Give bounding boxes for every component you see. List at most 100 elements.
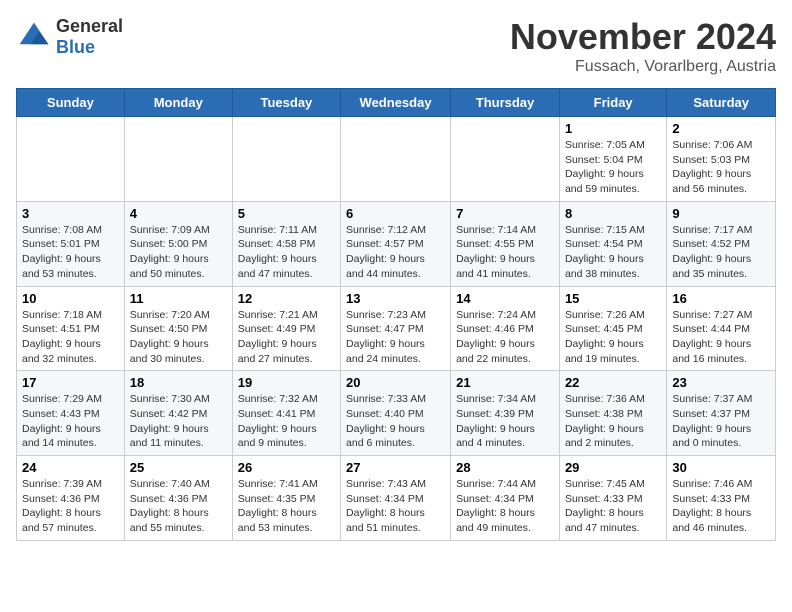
day-info: Sunrise: 7:05 AMSunset: 5:04 PMDaylight:… (565, 138, 661, 197)
weekday-header-row: SundayMondayTuesdayWednesdayThursdayFrid… (17, 89, 776, 117)
logo: General Blue (16, 16, 123, 58)
day-info: Sunrise: 7:43 AMSunset: 4:34 PMDaylight:… (346, 477, 445, 536)
calendar-cell (232, 117, 340, 202)
calendar-cell: 11Sunrise: 7:20 AMSunset: 4:50 PMDayligh… (124, 286, 232, 371)
calendar-cell: 1 Sunrise: 7:05 AMSunset: 5:04 PMDaylight… (559, 117, 666, 202)
weekday-header-sunday: Sunday (17, 89, 125, 117)
day-number: 18 (130, 375, 227, 390)
day-info: Sunrise: 7:37 AMSunset: 4:37 PMDaylight:… (672, 392, 770, 451)
calendar-cell: 15 Sunrise: 7:26 AMSunset: 4:45 PMDayligh… (559, 286, 666, 371)
day-number: 21 (456, 375, 554, 390)
day-number: 6 (346, 206, 445, 221)
day-number: 20 (346, 375, 445, 390)
weekday-header-tuesday: Tuesday (232, 89, 340, 117)
day-number: 10 (22, 291, 119, 306)
calendar-cell: 19 Sunrise: 7:32 AMSunset: 4:41 PMDayligh… (232, 371, 340, 456)
calendar-cell: 30Sunrise: 7:46 AMSunset: 4:33 PMDayligh… (667, 456, 776, 541)
day-info: Sunrise: 7:33 AMSunset: 4:40 PMDaylight:… (346, 392, 445, 451)
day-info: Sunrise: 7:21 AMSunset: 4:49 PMDaylight:… (238, 308, 335, 367)
calendar-cell: 29 Sunrise: 7:45 AMSunset: 4:33 PMDayligh… (559, 456, 666, 541)
calendar-cell: 2 Sunrise: 7:06 AMSunset: 5:03 PMDaylight… (667, 117, 776, 202)
calendar-cell (451, 117, 560, 202)
day-number: 13 (346, 291, 445, 306)
calendar-cell: 25 Sunrise: 7:40 AMSunset: 4:36 PMDayligh… (124, 456, 232, 541)
calendar-cell (17, 117, 125, 202)
weekday-header-wednesday: Wednesday (341, 89, 451, 117)
calendar-week-5: 24Sunrise: 7:39 AMSunset: 4:36 PMDayligh… (17, 456, 776, 541)
day-number: 28 (456, 460, 554, 475)
day-info: Sunrise: 7:26 AMSunset: 4:45 PMDaylight:… (565, 308, 661, 367)
calendar-cell (341, 117, 451, 202)
header: General Blue November 2024 Fussach, Vora… (16, 16, 776, 76)
day-number: 27 (346, 460, 445, 475)
day-info: Sunrise: 7:36 AMSunset: 4:38 PMDaylight:… (565, 392, 661, 451)
day-number: 3 (22, 206, 119, 221)
day-number: 25 (130, 460, 227, 475)
calendar-cell (124, 117, 232, 202)
day-number: 1 (565, 121, 661, 136)
day-info: Sunrise: 7:30 AMSunset: 4:42 PMDaylight:… (130, 392, 227, 451)
calendar-cell: 22Sunrise: 7:36 AMSunset: 4:38 PMDayligh… (559, 371, 666, 456)
day-info: Sunrise: 7:24 AMSunset: 4:46 PMDaylight:… (456, 308, 554, 367)
day-number: 4 (130, 206, 227, 221)
day-info: Sunrise: 7:17 AMSunset: 4:52 PMDaylight:… (672, 223, 770, 282)
location-subtitle: Fussach, Vorarlberg, Austria (510, 58, 776, 76)
day-info: Sunrise: 7:06 AMSunset: 5:03 PMDaylight:… (672, 138, 770, 197)
calendar-cell: 28 Sunrise: 7:44 AMSunset: 4:34 PMDayligh… (451, 456, 560, 541)
day-info: Sunrise: 7:15 AMSunset: 4:54 PMDaylight:… (565, 223, 661, 282)
day-number: 23 (672, 375, 770, 390)
day-number: 12 (238, 291, 335, 306)
day-info: Sunrise: 7:18 AMSunset: 4:51 PMDaylight:… (22, 308, 119, 367)
day-number: 16 (672, 291, 770, 306)
logo-text: General Blue (56, 16, 123, 58)
day-number: 7 (456, 206, 554, 221)
day-info: Sunrise: 7:46 AMSunset: 4:33 PMDaylight:… (672, 477, 770, 536)
weekday-header-friday: Friday (559, 89, 666, 117)
calendar-cell: 12 Sunrise: 7:21 AMSunset: 4:49 PMDayligh… (232, 286, 340, 371)
calendar-cell: 8 Sunrise: 7:15 AMSunset: 4:54 PMDaylight… (559, 201, 666, 286)
calendar-cell: 14 Sunrise: 7:24 AMSunset: 4:46 PMDayligh… (451, 286, 560, 371)
calendar-cell: 23 Sunrise: 7:37 AMSunset: 4:37 PMDayligh… (667, 371, 776, 456)
day-info: Sunrise: 7:32 AMSunset: 4:41 PMDaylight:… (238, 392, 335, 451)
day-info: Sunrise: 7:45 AMSunset: 4:33 PMDaylight:… (565, 477, 661, 536)
calendar-cell: 6 Sunrise: 7:12 AMSunset: 4:57 PMDaylight… (341, 201, 451, 286)
day-info: Sunrise: 7:44 AMSunset: 4:34 PMDaylight:… (456, 477, 554, 536)
day-info: Sunrise: 7:23 AMSunset: 4:47 PMDaylight:… (346, 308, 445, 367)
day-number: 2 (672, 121, 770, 136)
day-number: 8 (565, 206, 661, 221)
calendar-cell: 13 Sunrise: 7:23 AMSunset: 4:47 PMDayligh… (341, 286, 451, 371)
calendar-cell: 10 Sunrise: 7:18 AMSunset: 4:51 PMDayligh… (17, 286, 125, 371)
calendar-cell: 18 Sunrise: 7:30 AMSunset: 4:42 PMDayligh… (124, 371, 232, 456)
calendar-cell: 3 Sunrise: 7:08 AMSunset: 5:01 PMDaylight… (17, 201, 125, 286)
day-info: Sunrise: 7:29 AMSunset: 4:43 PMDaylight:… (22, 392, 119, 451)
day-info: Sunrise: 7:12 AMSunset: 4:57 PMDaylight:… (346, 223, 445, 282)
title-section: November 2024 Fussach, Vorarlberg, Austr… (510, 16, 776, 76)
day-number: 9 (672, 206, 770, 221)
calendar-cell: 5Sunrise: 7:11 AMSunset: 4:58 PMDaylight… (232, 201, 340, 286)
day-info: Sunrise: 7:40 AMSunset: 4:36 PMDaylight:… (130, 477, 227, 536)
day-info: Sunrise: 7:27 AMSunset: 4:44 PMDaylight:… (672, 308, 770, 367)
weekday-header-thursday: Thursday (451, 89, 560, 117)
day-info: Sunrise: 7:20 AMSunset: 4:50 PMDaylight:… (130, 308, 227, 367)
day-info: Sunrise: 7:11 AMSunset: 4:58 PMDaylight:… (238, 223, 335, 282)
calendar-week-3: 10 Sunrise: 7:18 AMSunset: 4:51 PMDayligh… (17, 286, 776, 371)
weekday-header-monday: Monday (124, 89, 232, 117)
calendar-cell: 9 Sunrise: 7:17 AMSunset: 4:52 PMDaylight… (667, 201, 776, 286)
calendar-cell: 7Sunrise: 7:14 AMSunset: 4:55 PMDaylight… (451, 201, 560, 286)
calendar-cell: 24Sunrise: 7:39 AMSunset: 4:36 PMDayligh… (17, 456, 125, 541)
weekday-header-saturday: Saturday (667, 89, 776, 117)
calendar-cell: 16 Sunrise: 7:27 AMSunset: 4:44 PMDayligh… (667, 286, 776, 371)
calendar-table: SundayMondayTuesdayWednesdayThursdayFrid… (16, 88, 776, 541)
calendar-body: 1 Sunrise: 7:05 AMSunset: 5:04 PMDaylight… (17, 117, 776, 541)
day-number: 19 (238, 375, 335, 390)
calendar-week-1: 1 Sunrise: 7:05 AMSunset: 5:04 PMDaylight… (17, 117, 776, 202)
day-info: Sunrise: 7:34 AMSunset: 4:39 PMDaylight:… (456, 392, 554, 451)
calendar-cell: 17Sunrise: 7:29 AMSunset: 4:43 PMDayligh… (17, 371, 125, 456)
day-number: 15 (565, 291, 661, 306)
day-number: 14 (456, 291, 554, 306)
day-info: Sunrise: 7:09 AMSunset: 5:00 PMDaylight:… (130, 223, 227, 282)
day-number: 29 (565, 460, 661, 475)
day-info: Sunrise: 7:08 AMSunset: 5:01 PMDaylight:… (22, 223, 119, 282)
day-info: Sunrise: 7:41 AMSunset: 4:35 PMDaylight:… (238, 477, 335, 536)
calendar-week-2: 3 Sunrise: 7:08 AMSunset: 5:01 PMDaylight… (17, 201, 776, 286)
